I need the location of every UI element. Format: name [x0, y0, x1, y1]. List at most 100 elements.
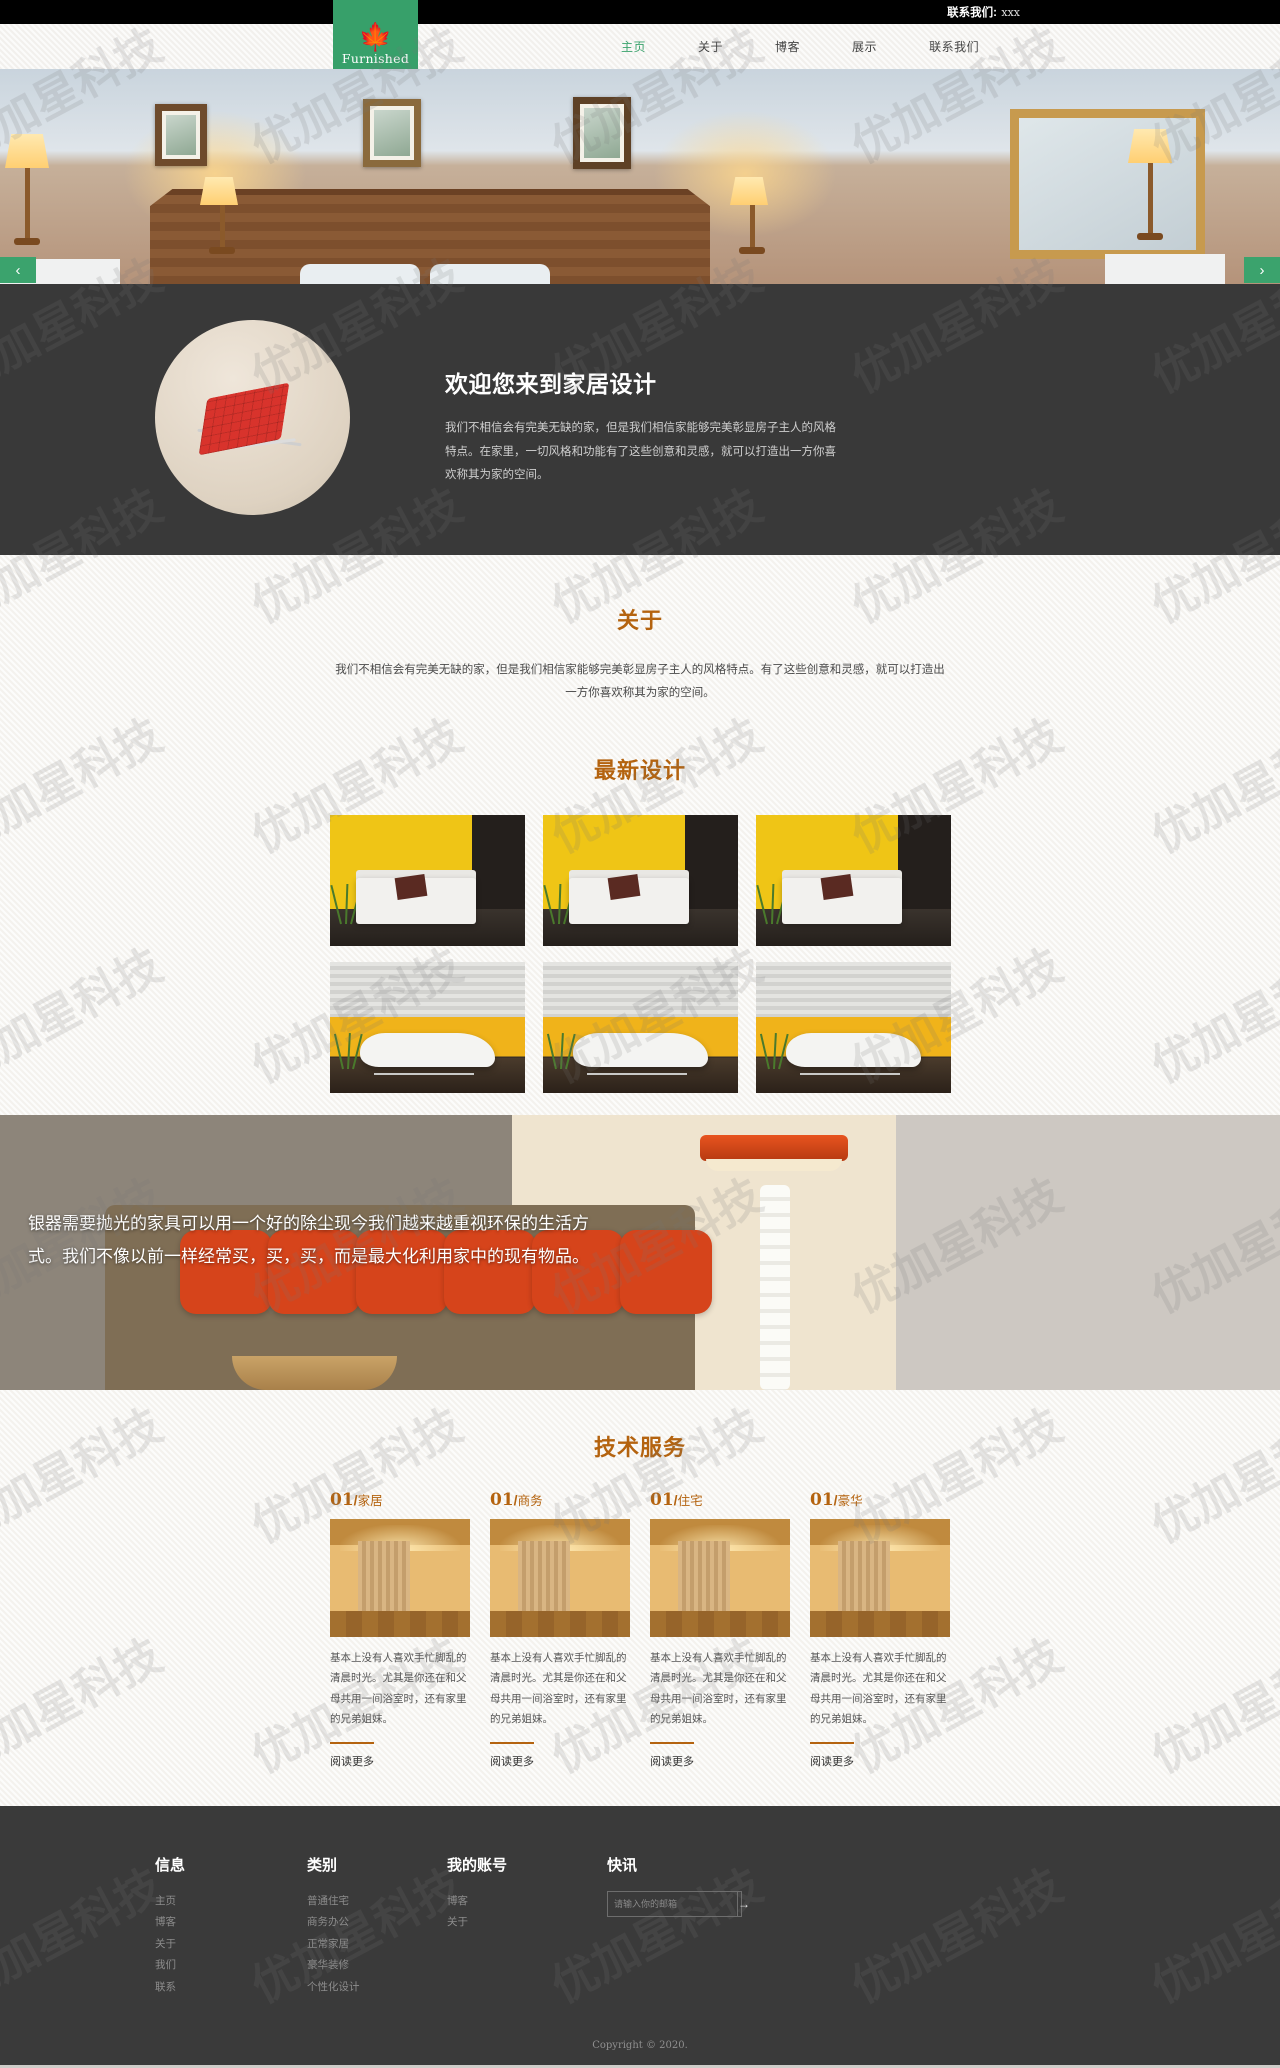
footer-link[interactable]: 博客 — [155, 1912, 307, 1934]
footer-link[interactable]: 商务办公 — [307, 1912, 447, 1934]
pedestal-right — [1105, 254, 1225, 284]
banner-lamp-inner — [706, 1159, 842, 1171]
service-heading: 01/住宅 — [650, 1490, 703, 1510]
read-more-link[interactable]: 阅读更多 — [650, 1741, 694, 1769]
services-area: 技术服务 01/家居 基本上没有人喜欢手忙脚乱的清晨时光。尤其是你还在和父母共用… — [0, 1390, 1280, 1806]
latest-design-section: 最新设计 — [0, 705, 1280, 1115]
nav-item-home[interactable]: 主页 — [595, 38, 672, 55]
site-footer: 信息 主页 博客 关于 我们 联系 类别 普通住宅 商务办公 正常家居 豪华装修… — [0, 1805, 1280, 2066]
footer-column-title: 快讯 — [607, 1856, 638, 1874]
footer-link[interactable]: 关于 — [155, 1934, 307, 1956]
nav-item-about[interactable]: 关于 — [672, 38, 749, 55]
service-thumbnail[interactable] — [330, 1519, 470, 1637]
service-card: 01/豪华 基本上没有人喜欢手忙脚乱的清晨时光。尤其是你还在和父母共用一间浴室时… — [810, 1490, 950, 1770]
gallery-item[interactable] — [542, 815, 738, 946]
service-number: 01 — [490, 1490, 514, 1510]
top-contact-bar: 联系我们: xxx — [0, 0, 1280, 24]
footer-column-account: 我的账号 博客 关于 — [447, 1854, 607, 1999]
pillow-right — [430, 264, 550, 284]
services-title: 技术服务 — [593, 1435, 686, 1460]
footer-link[interactable]: 我们 — [155, 1955, 307, 1977]
service-thumbnail[interactable] — [650, 1519, 790, 1637]
carousel-next-button[interactable]: › — [1244, 257, 1280, 283]
read-more-link[interactable]: 阅读更多 — [330, 1741, 374, 1769]
pillow-left — [300, 264, 420, 284]
service-name: 家居 — [357, 1494, 383, 1508]
arrow-right-icon: → — [738, 1896, 750, 1911]
welcome-body: 我们不相信会有完美无缺的家，但是我们相信家能够完美彰显房子主人的风格特点。在家里… — [445, 422, 836, 482]
service-body: 基本上没有人喜欢手忙脚乱的清晨时光。尤其是你还在和父母共用一间浴室时，还有家里的… — [490, 1652, 627, 1726]
footer-link[interactable]: 个性化设计 — [307, 1977, 447, 1999]
wall-art-2 — [363, 99, 421, 167]
welcome-title: 欢迎您来到家居设计 — [445, 371, 657, 397]
footer-link[interactable]: 豪华装修 — [307, 1955, 447, 1977]
wall-art-1 — [155, 104, 207, 166]
service-number: 01 — [650, 1490, 674, 1510]
contact-value: xxx — [1001, 6, 1020, 19]
cushion — [620, 1230, 712, 1314]
service-name: 商务 — [517, 1494, 543, 1508]
welcome-chair-image — [155, 320, 350, 515]
gallery-item[interactable] — [329, 962, 525, 1093]
content-area: 关于 我们不相信会有完美无缺的家，但是我们相信家能够完美彰显房子主人的风格特点。… — [0, 555, 1280, 1115]
newsletter-email-input[interactable] — [608, 1891, 737, 1916]
gallery-item[interactable] — [542, 962, 738, 1093]
service-thumbnail[interactable] — [810, 1519, 950, 1637]
footer-link[interactable]: 关于 — [447, 1912, 607, 1934]
footer-column-title: 我的账号 — [447, 1856, 508, 1874]
service-heading: 01/商务 — [490, 1490, 543, 1510]
latest-title: 最新设计 — [593, 758, 686, 783]
hero-carousel: ‹ › — [0, 69, 1280, 284]
service-body: 基本上没有人喜欢手忙脚乱的清晨时光。尤其是你还在和父母共用一间浴室时，还有家里的… — [650, 1652, 787, 1726]
banner-lamp-shade — [700, 1135, 848, 1161]
footer-link[interactable]: 主页 — [155, 1891, 307, 1913]
gallery-item[interactable] — [755, 962, 951, 1093]
wooden-bowl — [232, 1356, 397, 1390]
footer-link[interactable]: 普通住宅 — [307, 1891, 447, 1913]
gallery-item[interactable] — [755, 815, 951, 946]
gallery-grid — [329, 815, 951, 1093]
table-lamp-left — [200, 177, 244, 254]
footer-link[interactable]: 博客 — [447, 1891, 607, 1913]
footer-link[interactable]: 正常家居 — [307, 1934, 447, 1956]
service-name: 住宅 — [677, 1494, 703, 1508]
service-number: 01 — [810, 1490, 834, 1510]
nav-item-blog[interactable]: 博客 — [749, 38, 826, 55]
brand-name: Furnished — [341, 51, 410, 66]
service-body: 基本上没有人喜欢手忙脚乱的清晨时光。尤其是你还在和父母共用一间浴室时，还有家里的… — [330, 1652, 467, 1726]
footer-column-title: 类别 — [307, 1856, 338, 1874]
chevron-right-icon: › — [1259, 261, 1265, 279]
floor-lamp-right — [1128, 129, 1172, 240]
table-lamp-right — [730, 177, 774, 254]
read-more-link[interactable]: 阅读更多 — [490, 1741, 534, 1769]
chevron-left-icon: ‹ — [15, 261, 21, 279]
service-body: 基本上没有人喜欢手忙脚乱的清晨时光。尤其是你还在和父母共用一间浴室时，还有家里的… — [810, 1652, 947, 1726]
newsletter-form: → — [607, 1890, 750, 1917]
floor-lamp-left — [5, 134, 49, 245]
service-number: 01 — [330, 1490, 354, 1510]
gallery-item[interactable] — [329, 815, 525, 946]
main-navigation: 主页 关于 博客 展示 联系我们 — [595, 38, 1005, 55]
footer-column-info: 信息 主页 博客 关于 我们 联系 — [155, 1854, 307, 1999]
welcome-section: 欢迎您来到家居设计 我们不相信会有完美无缺的家，但是我们相信家能够完美彰显房子主… — [0, 284, 1280, 555]
service-card: 01/住宅 基本上没有人喜欢手忙脚乱的清晨时光。尤其是你还在和父母共用一间浴室时… — [650, 1490, 790, 1770]
newsletter-submit-button[interactable]: → — [737, 1891, 750, 1916]
footer-link[interactable]: 联系 — [155, 1977, 307, 1999]
nav-item-showcase[interactable]: 展示 — [826, 38, 903, 55]
services-section: 技术服务 01/家居 基本上没有人喜欢手忙脚乱的清晨时光。尤其是你还在和父母共用… — [0, 1390, 1280, 1806]
footer-column-categories: 类别 普通住宅 商务办公 正常家居 豪华装修 个性化设计 — [307, 1854, 447, 1999]
copyright: Copyright © 2020. — [592, 2040, 688, 2052]
footer-column-title: 信息 — [155, 1856, 186, 1874]
contact-label: 联系我们: — [947, 7, 997, 19]
site-header: 🍁 Furnished 主页 关于 博客 展示 联系我们 — [0, 0, 1280, 69]
service-card: 01/家居 基本上没有人喜欢手忙脚乱的清晨时光。尤其是你还在和父母共用一间浴室时… — [330, 1490, 470, 1770]
logo[interactable]: 🍁 Furnished — [333, 0, 418, 69]
wall-mirror — [1010, 109, 1205, 259]
read-more-link[interactable]: 阅读更多 — [810, 1741, 854, 1769]
quote-banner: 银器需要抛光的家具可以用一个好的除尘现今我们越来越重视环保的生活方式。我们不像以… — [0, 1115, 1280, 1390]
about-body: 我们不相信会有完美无缺的家，但是我们相信家能够完美彰显房子主人的风格特点。有了这… — [335, 664, 945, 699]
service-thumbnail[interactable] — [490, 1519, 630, 1637]
service-card: 01/商务 基本上没有人喜欢手忙脚乱的清晨时光。尤其是你还在和父母共用一间浴室时… — [490, 1490, 630, 1770]
nav-item-contact[interactable]: 联系我们 — [903, 38, 1005, 55]
carousel-prev-button[interactable]: ‹ — [0, 257, 36, 283]
